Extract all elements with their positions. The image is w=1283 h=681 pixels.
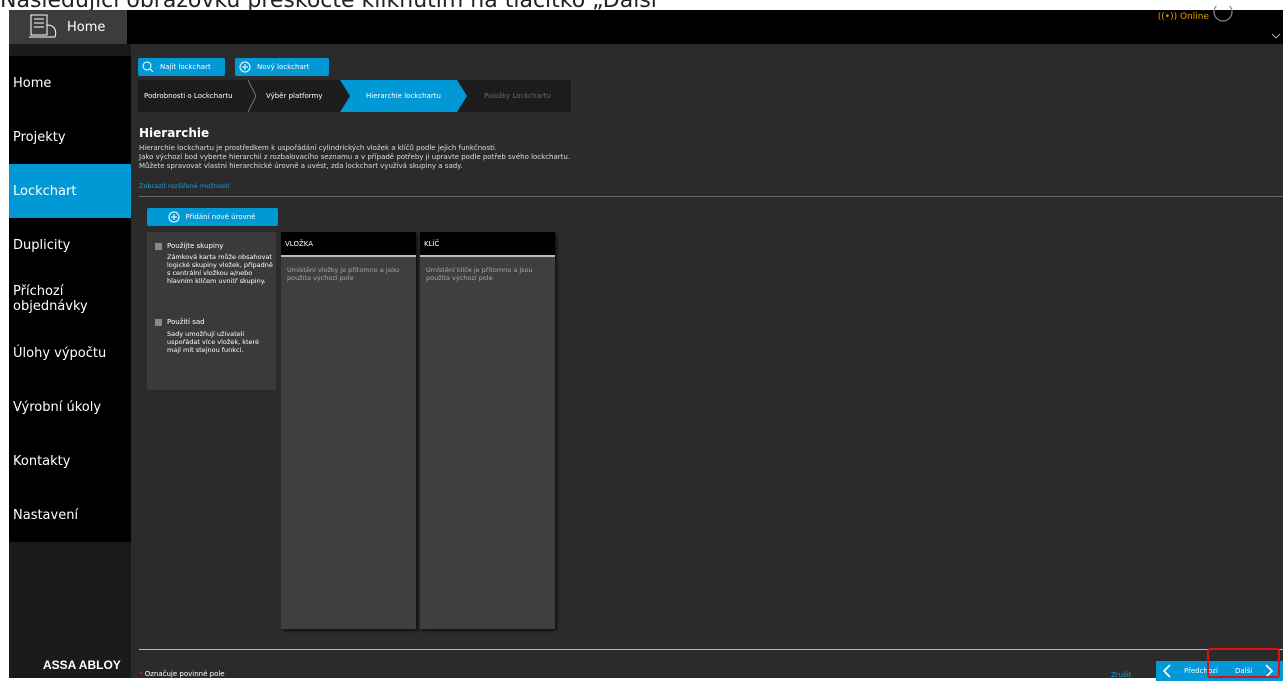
- use-groups-description: Zámková karta může obsahovat logické sku…: [167, 253, 273, 285]
- required-star: *: [139, 670, 143, 678]
- brand-logo: ASSA ABLOY: [43, 658, 121, 672]
- sidebar-item-projekty[interactable]: Projekty: [9, 110, 131, 164]
- description-line: Hierarchie lockchartu je prostředkem k u…: [139, 144, 498, 152]
- footer-divider: [139, 649, 1283, 650]
- use-sets-option[interactable]: Použití sad: [155, 318, 205, 326]
- column-header: KLÍČ: [420, 232, 555, 257]
- home-button-label: Home: [67, 19, 106, 35]
- step-hierarchy[interactable]: Hierarchie lockchartu: [340, 80, 467, 112]
- sidebar-item-label: Nastavení: [13, 507, 79, 523]
- sidebar-item-label: Kontakty: [13, 453, 71, 469]
- use-groups-checkbox[interactable]: [155, 242, 162, 250]
- plus-circle-icon: [168, 211, 179, 223]
- chevron-down-icon[interactable]: [1271, 32, 1281, 40]
- required-note: * Označuje povinné pole: [139, 670, 225, 678]
- hierarchy-column-klic[interactable]: KLÍČ Umístění klíče je přítomno a jsou p…: [420, 232, 555, 629]
- add-level-button[interactable]: Přidání nové úrovně: [147, 208, 278, 226]
- column-description: Umístění vložky je přítomno a jsou použi…: [287, 266, 400, 282]
- wizard-steps: Podrobnosti o Lockchartu Výběr platformy…: [138, 80, 571, 112]
- use-groups-option[interactable]: Použijte skupiny: [155, 242, 223, 250]
- sidebar-nav: Home Projekty Lockchart Duplicity Přícho…: [9, 56, 131, 542]
- sidebar-item-prichozi-objednavky[interactable]: Příchozí objednávky: [9, 272, 131, 326]
- step-label: Položky Lockchartu: [484, 92, 551, 100]
- description-line: Jako výchozí bod vyberte hierarchii z ro…: [139, 153, 571, 161]
- main-content: Najít lockchart Nový lockchart Podrobnos…: [131, 44, 1283, 681]
- user-icon[interactable]: [1213, 6, 1233, 24]
- sidebar-item-label: Home: [13, 75, 52, 91]
- home-button[interactable]: Home: [9, 10, 127, 44]
- sidebar-item-duplicity[interactable]: Duplicity: [9, 218, 131, 272]
- sidebar-item-kontakty[interactable]: Kontakty: [9, 434, 131, 488]
- building-icon: [29, 14, 57, 38]
- use-groups-label: Použijte skupiny: [167, 242, 224, 250]
- divider: [139, 196, 1283, 197]
- page-title: Hierarchie: [139, 126, 210, 140]
- sidebar-item-vyrobni-ukoly[interactable]: Výrobní úkoly: [9, 380, 131, 434]
- sidebar-item-label: Příchozí objednávky: [13, 284, 88, 314]
- sidebar-item-label: Výrobní úkoly: [13, 399, 102, 415]
- advanced-options-link[interactable]: Zobrazit rozšířené možnosti: [139, 182, 229, 190]
- search-icon: [142, 61, 154, 73]
- top-bar: Home ((•)) Online: [9, 6, 1283, 44]
- next-button-highlight: [1207, 648, 1280, 678]
- app-window: Home ((•)) Online Home Projekty Lockchar…: [9, 6, 1283, 681]
- column-header: VLOŽKA: [281, 232, 416, 257]
- description-line: Můžete spravovat vlastní hierarchické úr…: [139, 162, 463, 170]
- find-lockchart-button[interactable]: Najít lockchart: [138, 58, 225, 76]
- column-description: Umístění klíče je přítomno a jsou použit…: [426, 266, 533, 282]
- sidebar-item-label: Úlohy výpočtu: [13, 345, 107, 361]
- step-label: Podrobnosti o Lockchartu: [144, 92, 233, 100]
- use-sets-description: Sady umožňují uživateli uspořádat více v…: [167, 330, 260, 354]
- step-details[interactable]: Podrobnosti o Lockchartu: [144, 80, 254, 112]
- step-label: Hierarchie lockchartu: [366, 92, 441, 100]
- step-separator-icon: [247, 80, 257, 112]
- plus-circle-icon: [239, 61, 251, 73]
- options-panel: Použijte skupiny Zámková karta může obsa…: [147, 232, 276, 390]
- sidebar-item-label: Projekty: [13, 129, 66, 145]
- chevron-left-icon: [1162, 664, 1171, 678]
- required-note-text: Označuje povinné pole: [144, 670, 225, 678]
- step-label: Výběr platformy: [266, 92, 323, 100]
- add-level-label: Přidání nové úrovně: [185, 213, 256, 221]
- sidebar-item-label: Duplicity: [13, 237, 71, 253]
- step-platform[interactable]: Výběr platformy: [266, 80, 356, 112]
- sidebar-item-home[interactable]: Home: [9, 56, 131, 110]
- sidebar-item-label: Lockchart: [13, 183, 77, 199]
- sidebar-item-ulohy-vypoctu[interactable]: Úlohy výpočtu: [9, 326, 131, 380]
- sidebar-item-nastaveni[interactable]: Nastavení: [9, 488, 131, 542]
- step-items[interactable]: Položky Lockchartu: [484, 80, 574, 112]
- use-sets-label: Použití sad: [167, 318, 205, 326]
- sidebar-item-lockchart[interactable]: Lockchart: [9, 164, 131, 218]
- new-lockchart-label: Nový lockchart: [257, 63, 310, 71]
- hierarchy-column-vlozka[interactable]: VLOŽKA Umístění vložky je přítomno a jso…: [281, 232, 416, 629]
- sidebar: Home Projekty Lockchart Duplicity Přícho…: [9, 44, 131, 678]
- use-sets-checkbox[interactable]: [155, 318, 162, 326]
- online-status: ((•)) Online: [1157, 12, 1209, 22]
- find-lockchart-label: Najít lockchart: [160, 63, 211, 71]
- new-lockchart-button[interactable]: Nový lockchart: [235, 58, 329, 76]
